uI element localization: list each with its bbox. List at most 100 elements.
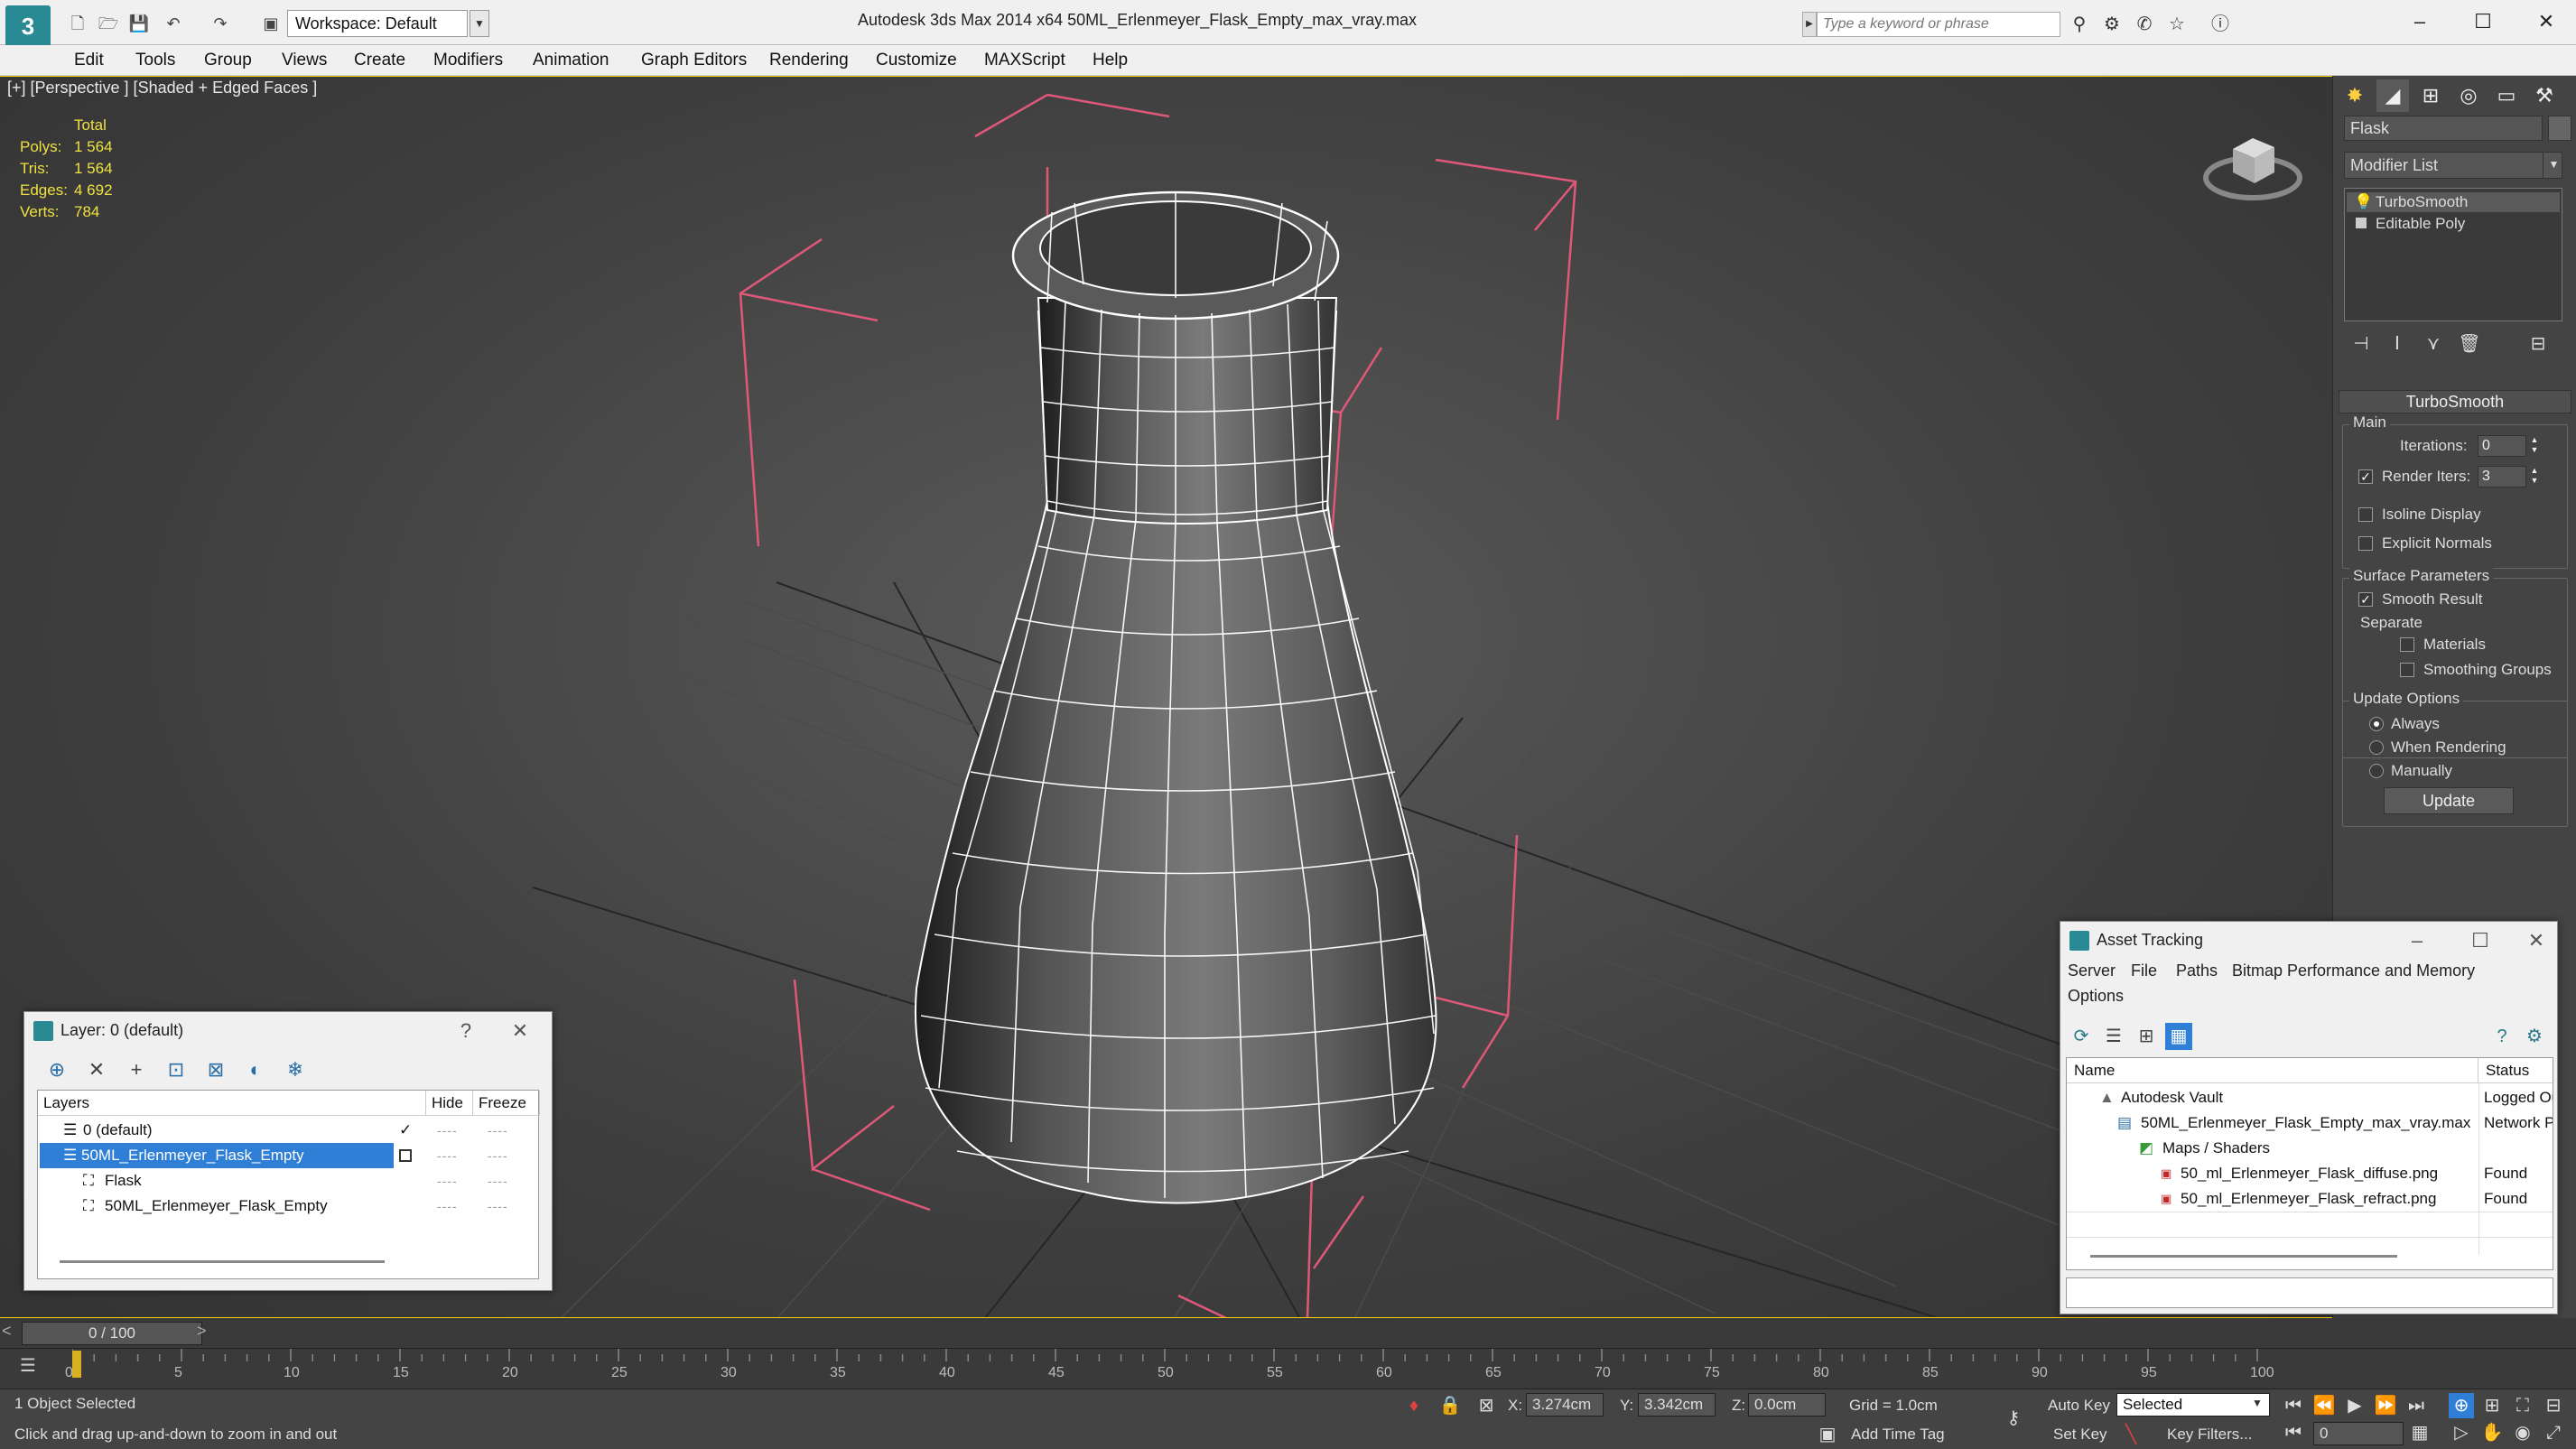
- layer-row[interactable]: ☰ 0 (default) ✓ ---- ----: [38, 1118, 540, 1143]
- set-keys-icon[interactable]: ╲: [2118, 1422, 2144, 1447]
- pin-stack-icon[interactable]: ⊣: [2348, 330, 2375, 358]
- close-icon[interactable]: ✕: [2523, 927, 2550, 954]
- close-icon[interactable]: ✕: [507, 1017, 534, 1045]
- radio-always[interactable]: [2369, 717, 2384, 731]
- menu-paths[interactable]: Paths: [2176, 961, 2218, 980]
- menu-animation[interactable]: Animation: [533, 45, 609, 76]
- rollout-turbosmooth[interactable]: TurboSmooth: [2339, 390, 2571, 413]
- hide-toggle[interactable]: ----: [437, 1118, 458, 1143]
- horizontal-scrollbar[interactable]: [2090, 1255, 2397, 1258]
- table-view-icon[interactable]: ▦: [2165, 1023, 2192, 1050]
- field-of-view-icon[interactable]: ▷: [2449, 1420, 2474, 1445]
- menu-bitmap-performance[interactable]: Bitmap Performance and Memory: [2232, 961, 2475, 980]
- spinner-arrows-icon[interactable]: ▲ ▼: [2528, 435, 2541, 457]
- freeze-toggle[interactable]: ----: [488, 1168, 508, 1194]
- refresh-icon[interactable]: ⟳: [2068, 1023, 2095, 1050]
- binoculars-icon[interactable]: ⚲: [2068, 13, 2091, 36]
- undo-icon[interactable]: ↶: [163, 13, 184, 34]
- previous-key-icon[interactable]: ⏪: [2311, 1393, 2337, 1418]
- zoom-icon[interactable]: ⊕: [2449, 1393, 2474, 1418]
- zoom-extents-icon[interactable]: ⛶: [2510, 1393, 2535, 1418]
- asset-row[interactable]: ▲ Autodesk Vault Logged Ou: [2067, 1085, 2553, 1110]
- freeze-toggle[interactable]: ----: [488, 1118, 508, 1143]
- current-frame-field[interactable]: 0: [2313, 1422, 2404, 1445]
- next-frame-icon[interactable]: >: [197, 1322, 207, 1341]
- z-coordinate-field[interactable]: 0.0cm: [1748, 1393, 1826, 1416]
- add-time-tag[interactable]: Add Time Tag: [1851, 1426, 1945, 1444]
- help-icon[interactable]: ?: [2488, 1023, 2516, 1050]
- maximize-icon[interactable]: ☐: [2456, 5, 2510, 38]
- play-icon[interactable]: ▶: [2342, 1393, 2367, 1418]
- utilities-tab-icon[interactable]: ⚒: [2528, 79, 2561, 112]
- asset-row[interactable]: ▣ 50_ml_Erlenmeyer_Flask_refract.png Fou…: [2067, 1186, 2553, 1212]
- communication-icon[interactable]: ✆: [2133, 13, 2156, 36]
- menu-graph-editors[interactable]: Graph Editors: [641, 45, 747, 76]
- app-logo-icon[interactable]: 3: [5, 5, 51, 47]
- hide-toggle[interactable]: ----: [437, 1194, 458, 1219]
- lock-selection-icon[interactable]: 🔒: [1437, 1393, 1463, 1418]
- remove-modifier-icon[interactable]: 🗑: [2456, 330, 2483, 358]
- layer-row[interactable]: ⛶ 50ML_Erlenmeyer_Flask_Empty ---- ----: [38, 1194, 540, 1219]
- make-current-box[interactable]: [399, 1149, 412, 1162]
- menu-group[interactable]: Group: [204, 45, 252, 76]
- menu-options[interactable]: Options: [2068, 987, 2124, 1006]
- mini-curve-editor-icon[interactable]: ☰: [13, 1354, 43, 1379]
- new-file-icon[interactable]: 🗋: [67, 13, 88, 34]
- make-unique-icon[interactable]: ⋎: [2420, 330, 2447, 358]
- y-coordinate-field[interactable]: 3.342cm: [1638, 1393, 1716, 1416]
- hide-toggle[interactable]: ----: [437, 1143, 458, 1168]
- menu-help[interactable]: Help: [1093, 45, 1128, 76]
- search-input[interactable]: Type a keyword or phrase: [1817, 12, 2060, 37]
- render-iters-spinner[interactable]: 3: [2478, 466, 2526, 488]
- column-name[interactable]: Name: [2067, 1058, 2478, 1083]
- render-iters-checkbox[interactable]: ✓: [2358, 469, 2373, 484]
- favorites-star-icon[interactable]: ☆: [2165, 13, 2189, 36]
- display-tab-icon[interactable]: ▭: [2490, 79, 2523, 112]
- column-layers[interactable]: Layers: [38, 1091, 426, 1116]
- freeze-all-layers-icon[interactable]: ❄: [281, 1055, 310, 1084]
- add-to-layer-icon[interactable]: +: [122, 1055, 151, 1084]
- help-icon[interactable]: ⓘ: [2209, 13, 2232, 36]
- orbit-icon[interactable]: ◉: [2510, 1420, 2535, 1445]
- lightbulb-icon[interactable]: 💡: [2354, 192, 2373, 212]
- close-icon[interactable]: ✕: [2519, 5, 2573, 38]
- create-layer-icon[interactable]: ⊕: [42, 1055, 71, 1084]
- hide-toggle[interactable]: ----: [437, 1168, 458, 1194]
- delete-layer-icon[interactable]: ✕: [82, 1055, 111, 1084]
- time-slider[interactable]: < 0 / 100 >: [0, 1318, 2576, 1349]
- pan-icon[interactable]: ✋: [2479, 1420, 2505, 1445]
- modifier-list-dropdown[interactable]: Modifier List: [2344, 152, 2562, 179]
- modify-tab-icon[interactable]: ◢: [2376, 79, 2409, 112]
- settings-icon[interactable]: ⚙: [2521, 1023, 2548, 1050]
- auto-key-button[interactable]: Auto Key: [2048, 1397, 2110, 1415]
- minimize-icon[interactable]: –: [2404, 927, 2431, 954]
- spinner-arrows-icon[interactable]: ▲ ▼: [2528, 466, 2541, 488]
- menu-create[interactable]: Create: [354, 45, 405, 76]
- horizontal-scrollbar[interactable]: [60, 1260, 385, 1263]
- materials-checkbox[interactable]: [2400, 637, 2414, 652]
- column-hide[interactable]: Hide: [426, 1091, 473, 1116]
- explicit-normals-checkbox[interactable]: [2358, 536, 2373, 551]
- asset-row[interactable]: ▣ 50_ml_Erlenmeyer_Flask_diffuse.png Fou…: [2067, 1161, 2553, 1186]
- menu-customize[interactable]: Customize: [876, 45, 957, 76]
- maximize-icon[interactable]: ☐: [2467, 927, 2494, 954]
- menu-rendering[interactable]: Rendering: [769, 45, 849, 76]
- time-configuration-icon[interactable]: ▦: [2407, 1420, 2432, 1445]
- isoline-checkbox[interactable]: [2358, 507, 2373, 522]
- configure-sets-icon[interactable]: ⊟: [2525, 330, 2552, 358]
- key-mode-toggle-icon[interactable]: ⏮: [2281, 1420, 2306, 1445]
- open-file-icon[interactable]: 🗁: [98, 13, 119, 34]
- menu-server[interactable]: Server: [2068, 961, 2116, 980]
- subscription-icon[interactable]: ⚙: [2100, 13, 2124, 36]
- zoom-extents-all-icon[interactable]: ⊟: [2541, 1393, 2566, 1418]
- menu-edit[interactable]: Edit: [74, 45, 104, 76]
- key-set-dropdown[interactable]: Selected: [2116, 1393, 2270, 1416]
- maximize-viewport-icon[interactable]: ⤢: [2541, 1420, 2566, 1445]
- freeze-toggle[interactable]: ----: [488, 1194, 508, 1219]
- chevron-down-icon[interactable]: ▼: [2543, 152, 2564, 179]
- layer-row[interactable]: 50ML_Erlenmeyer_Flask_Empty ☰ ---- ----: [38, 1143, 540, 1168]
- menu-modifiers[interactable]: Modifiers: [433, 45, 503, 76]
- go-to-start-icon[interactable]: ⏮: [2281, 1393, 2306, 1418]
- layer-row[interactable]: ⛶ Flask ---- ----: [38, 1168, 540, 1194]
- x-coordinate-field[interactable]: 3.274cm: [1526, 1393, 1604, 1416]
